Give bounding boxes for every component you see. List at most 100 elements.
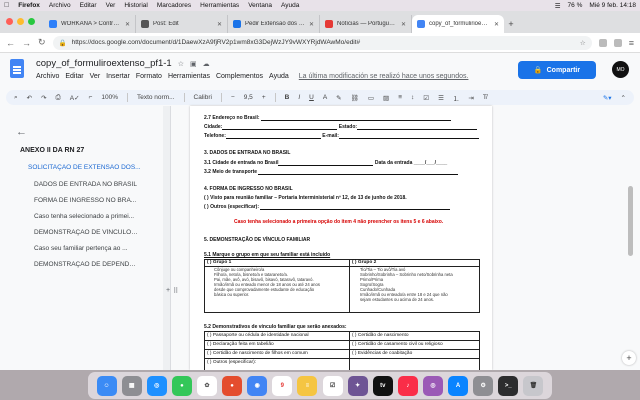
new-tab-button[interactable]: + <box>504 15 518 33</box>
group-2-checkbox[interactable]: ( ) Grupo 2 <box>352 260 376 265</box>
clear-format-icon[interactable]: T̸ <box>483 94 487 101</box>
bullet-list-icon[interactable]: ☰ <box>438 94 444 102</box>
finder-icon[interactable]: ☺ <box>96 375 117 396</box>
tab-pedir-extensao[interactable]: Pedir Extensão dos Efeitos da ✕ <box>228 15 320 33</box>
docs-menu-editar[interactable]: Editar <box>65 73 83 80</box>
bold-icon[interactable]: B <box>285 94 290 101</box>
outline-item[interactable]: Caso tenha selecionado a primei... <box>34 213 138 220</box>
doc-option[interactable]: ( ) Declaração feita em tabelião <box>207 342 274 347</box>
calendar-icon[interactable]: 9 <box>272 375 293 396</box>
editing-mode-icon[interactable]: ✎▾ <box>603 94 612 102</box>
menu-ventana[interactable]: Ventana <box>248 2 272 9</box>
doc-option[interactable]: ( ) Outros (especificar): <box>207 360 256 365</box>
last-modified-link[interactable]: La última modificación se realizó hace u… <box>299 73 469 80</box>
bookmark-star-icon[interactable]: ☆ <box>580 39 586 47</box>
outline-item[interactable]: DEMONSTRAÇÃO DE VÍNCULO FA... <box>34 229 138 236</box>
menu-historial[interactable]: Historial <box>124 2 147 9</box>
line-spacing-icon[interactable]: ↕ <box>411 94 414 101</box>
outline-item[interactable]: DADOS DE ENTRADA NO BRASIL <box>34 181 138 188</box>
font-size-input[interactable]: 9,5 <box>244 94 253 101</box>
checklist-icon[interactable]: ☑ <box>423 94 429 102</box>
wifi-icon[interactable]: ☰ <box>555 2 561 10</box>
notes-icon[interactable]: ≡ <box>297 375 318 396</box>
doc-option[interactable]: ( ) Certidão de nascimento de filhos em … <box>207 351 308 356</box>
apple-icon[interactable]:  <box>4 2 9 9</box>
extension-icon[interactable] <box>613 38 622 47</box>
tab-close-icon[interactable]: ✕ <box>309 21 314 28</box>
back-icon[interactable]: ← <box>6 38 15 48</box>
cloud-status-icon[interactable]: ☁ <box>203 60 210 68</box>
tab-close-icon[interactable]: ✕ <box>217 21 222 28</box>
outline-item[interactable]: DEMONSTRAÇÃO DE DEPENDÊ... <box>34 261 138 268</box>
apple-tv-icon[interactable]: tv <box>372 375 393 396</box>
app-icon[interactable]: ✦ <box>347 375 368 396</box>
docs-menu-archivo[interactable]: Archivo <box>36 73 59 80</box>
doc-option[interactable]: ( ) Passaporte ou cédula de identidade n… <box>207 333 309 338</box>
zoom-select[interactable]: 100% <box>101 94 118 101</box>
avatar[interactable]: MO <box>612 61 629 78</box>
menu-ayuda[interactable]: Ayuda <box>281 2 299 9</box>
print-icon[interactable]: ⎙ <box>56 94 61 102</box>
explore-button[interactable]: + <box>622 351 636 365</box>
url-bar[interactable]: 🔒 https://docs.google.com/document/d/1Da… <box>52 35 592 50</box>
share-button[interactable]: 🔒 Compartir <box>518 61 596 79</box>
docs-menu-formato[interactable]: Formato <box>136 73 162 80</box>
close-outline-icon[interactable]: ← <box>16 126 27 138</box>
safari-icon[interactable]: ◎ <box>146 375 167 396</box>
menu-marcadores[interactable]: Marcadores <box>157 2 191 9</box>
tab-post-edit[interactable]: Post: Edit ✕ <box>136 15 228 33</box>
indent-icon[interactable]: ⇥ <box>468 94 473 102</box>
font-select[interactable]: Calibri <box>194 94 212 101</box>
search-menus-icon[interactable]: ⌕ <box>14 94 18 102</box>
undo-icon[interactable]: ↶ <box>27 94 32 102</box>
vertical-ruler[interactable] <box>163 106 171 370</box>
outline-item[interactable]: Caso seu familiar pertença ao ... <box>34 245 138 252</box>
menu-ver[interactable]: Ver <box>106 2 116 9</box>
document-title[interactable]: copy_of_formuliroextenso_pf1-1 <box>36 58 172 69</box>
url-text[interactable]: https://docs.google.com/document/d/1Daew… <box>72 39 361 46</box>
comment-icon[interactable]: ▭ <box>368 94 374 102</box>
link-icon[interactable]: ⛓ <box>351 94 359 102</box>
minimize-window-icon[interactable] <box>17 18 24 25</box>
firefox-icon[interactable]: ● <box>222 375 243 396</box>
app-store-icon[interactable]: A <box>448 375 469 396</box>
doc-option[interactable]: ( ) Certidão de casamento civil ou relig… <box>352 342 443 347</box>
tab-workana[interactable]: WORKANA > Contrata freelancers ✕ <box>44 15 136 33</box>
text-color-icon[interactable]: A <box>323 94 327 101</box>
underline-icon[interactable]: U <box>309 94 314 101</box>
reminders-icon[interactable]: ☑ <box>322 375 343 396</box>
image-icon[interactable]: ▨ <box>383 94 389 102</box>
font-size-increase-icon[interactable]: + <box>262 94 266 101</box>
photos-icon[interactable]: ✿ <box>196 375 217 396</box>
move-folder-icon[interactable]: ▣ <box>190 60 197 68</box>
tab-close-icon[interactable]: ✕ <box>401 21 406 28</box>
style-select[interactable]: Texto norm... <box>137 94 175 101</box>
tab-close-icon[interactable]: ✕ <box>494 21 499 28</box>
docs-menu-ver[interactable]: Ver <box>90 73 101 80</box>
extension-icon[interactable] <box>598 38 607 47</box>
redo-icon[interactable]: ↷ <box>41 94 46 102</box>
outline-item[interactable]: FORMA DE INGRESSO NO BRA... <box>34 197 138 204</box>
doc-option[interactable]: ( ) Evidências de coabitação <box>352 351 412 356</box>
paint-format-icon[interactable]: ⌐ <box>89 94 93 101</box>
music-icon[interactable]: ♪ <box>397 375 418 396</box>
menu-herramientas[interactable]: Herramientas <box>200 2 239 9</box>
menu-editar[interactable]: Editar <box>80 2 97 9</box>
outline-item[interactable]: SOLICITAÇÃO DE EXTENSÃO DOS... <box>28 164 146 171</box>
reload-icon[interactable]: ↻ <box>38 37 46 48</box>
drag-handle-icon[interactable]: ⠿ <box>173 287 178 295</box>
doc-option[interactable]: ( ) Certidão de nascimento <box>352 333 409 338</box>
document-page[interactable]: 2.7 Endereço no Brasil: Cidade: Estado: … <box>190 106 492 370</box>
scrollbar-thumb[interactable] <box>628 186 633 256</box>
chrome-icon[interactable]: ◉ <box>247 375 268 396</box>
docs-menu-insertar[interactable]: Insertar <box>106 73 130 80</box>
forward-icon[interactable]: → <box>22 38 31 48</box>
outline-heading[interactable]: ANEXO II DA RN 27 <box>20 147 84 154</box>
align-icon[interactable]: ≡ <box>398 94 402 101</box>
terminal-icon[interactable]: >_ <box>498 375 519 396</box>
zoom-window-icon[interactable] <box>28 18 35 25</box>
docs-menu-herramientas[interactable]: Herramientas <box>168 73 210 80</box>
battery-percent[interactable]: 76 % <box>568 2 583 9</box>
font-size-decrease-icon[interactable]: − <box>231 94 235 101</box>
docs-menu-complementos[interactable]: Complementos <box>216 73 263 80</box>
